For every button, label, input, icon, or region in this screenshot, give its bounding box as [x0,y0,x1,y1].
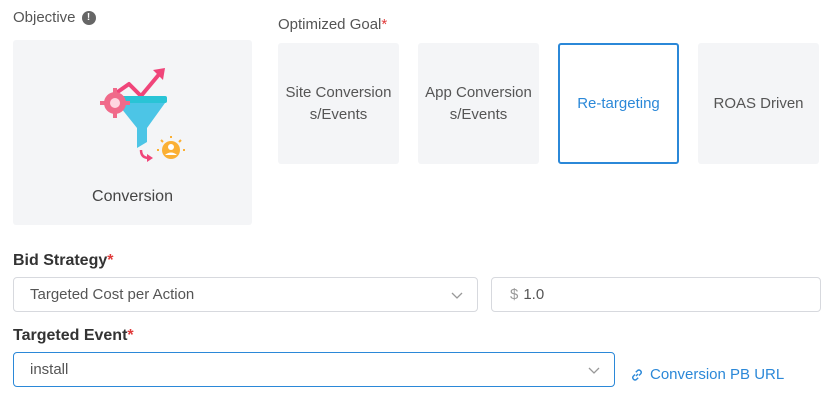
required-mark: * [127,327,134,344]
info-icon[interactable]: ! [81,10,96,25]
link-icon [632,368,642,381]
targeted-event-value: install [30,361,69,378]
conversion-pb-url-label: Conversion PB URL [650,366,785,383]
conversion-funnel-icon [100,68,185,162]
bid-amount-input[interactable]: $ 1.0 [491,277,821,312]
targeted-event-label-text: Targeted Event [13,327,128,344]
chevron-down-icon [451,292,463,299]
goal-option-retargeting[interactable]: Re-targeting [558,43,679,164]
objective-label: Objective ! [13,9,96,26]
bid-strategy-label: Bid Strategy* [13,252,113,270]
required-mark: * [107,252,114,269]
bid-strategy-label-text: Bid Strategy [13,252,108,269]
targeted-event-select[interactable]: install [13,352,615,387]
objective-card-conversion[interactable]: Conversion [13,40,252,225]
objective-label-text: Objective [13,9,76,26]
conversion-pb-url-link[interactable]: Conversion PB URL [630,366,784,383]
goal-option-roas-driven[interactable]: ROAS Driven [698,43,819,164]
optimized-goal-label: Optimized Goal* [278,16,387,33]
bid-amount-value: 1.0 [523,286,545,303]
chevron-down-icon [588,367,600,374]
goal-option-site-conversions[interactable]: Site Conversions/Events [278,43,399,164]
bid-strategy-value: Targeted Cost per Action [30,286,195,303]
goal-option-app-conversions[interactable]: App Conversions/Events [418,43,539,164]
objective-card-label: Conversion [92,188,173,205]
currency-symbol: $ [510,286,519,303]
required-mark: * [381,16,388,33]
optimized-goal-label-text: Optimized Goal [278,16,382,33]
targeted-event-label: Targeted Event* [13,327,134,345]
bid-strategy-select[interactable]: Targeted Cost per Action [13,277,478,312]
